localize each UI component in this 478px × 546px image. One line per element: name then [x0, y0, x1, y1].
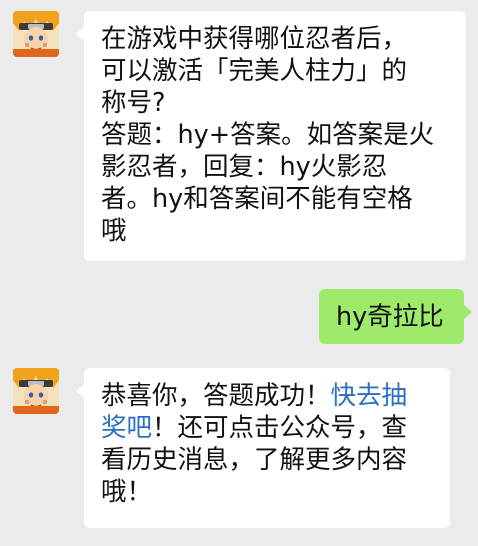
bubble-tail: [464, 305, 472, 319]
message-line: 答题：hy+答案。如答案是火: [101, 120, 435, 150]
message-line: 恭喜你，答题成功！快去抽: [101, 380, 442, 412]
message-bubble-answer[interactable]: hy奇拉比: [319, 289, 464, 344]
message-line: 奖吧！还可点击公众号，查: [101, 412, 442, 444]
lottery-link[interactable]: 快去抽: [331, 381, 408, 411]
chat-message-answer: hy奇拉比: [0, 280, 478, 350]
message-line: 哦: [101, 216, 127, 246]
message-line: 影忍者，回复：hy火影忍: [101, 152, 388, 182]
message-text: ！还可点击公众号，查: [152, 413, 408, 443]
message-text: 恭喜你，答题成功！: [101, 381, 331, 411]
message-text: hy奇拉比: [336, 302, 444, 332]
message-line: 看历史消息，了解更多内容: [101, 445, 408, 475]
bubble-tail: [76, 384, 84, 398]
message-line: 称号?: [101, 88, 166, 118]
message-line: 哦！: [101, 477, 153, 507]
lottery-link[interactable]: 奖吧: [101, 413, 152, 443]
message-bubble-reply[interactable]: 恭喜你，答题成功！快去抽 奖吧！还可点击公众号，查 看历史消息，了解更多内容 哦…: [84, 368, 450, 528]
message-line: 者。hy和答案间不能有空格: [101, 184, 413, 214]
naruto-avatar-icon[interactable]: [13, 11, 59, 57]
bubble-tail: [76, 27, 84, 41]
message-bubble-question[interactable]: 在游戏中获得哪位忍者后， 可以激活「完美人柱力」的 称号? 答题：hy+答案。如…: [84, 11, 466, 261]
message-line: 可以激活「完美人柱力」的: [101, 56, 408, 86]
chat-message-question: 在游戏中获得哪位忍者后， 可以激活「完美人柱力」的 称号? 答题：hy+答案。如…: [0, 0, 478, 270]
chat-message-reply: 恭喜你，答题成功！快去抽 奖吧！还可点击公众号，查 看历史消息，了解更多内容 哦…: [0, 355, 478, 540]
naruto-avatar-icon[interactable]: [13, 368, 59, 414]
message-line: 在游戏中获得哪位忍者后，: [101, 24, 408, 54]
